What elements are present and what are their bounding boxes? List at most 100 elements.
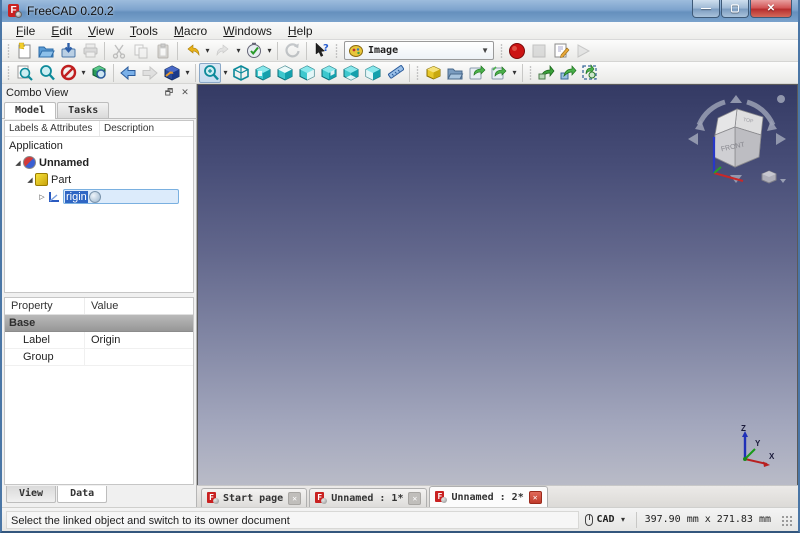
- stopwatch-check-button[interactable]: [243, 41, 265, 61]
- right-view-button[interactable]: [296, 63, 318, 83]
- workbench-selector[interactable]: Image ▼: [344, 41, 494, 60]
- menu-view[interactable]: View: [80, 23, 122, 39]
- top-view-button[interactable]: [274, 63, 296, 83]
- toolbar-grip[interactable]: [499, 43, 504, 59]
- toolbar-grip[interactable]: [334, 43, 339, 59]
- refresh-button[interactable]: [281, 41, 303, 61]
- redo-dropdown[interactable]: ▾: [234, 46, 243, 55]
- fit-all-button[interactable]: [13, 63, 35, 83]
- undo-dropdown[interactable]: ▾: [203, 46, 212, 55]
- redo-button[interactable]: [212, 41, 234, 61]
- new-document-button[interactable]: [13, 41, 35, 61]
- save-button[interactable]: [57, 41, 79, 61]
- create-group-button[interactable]: [444, 63, 466, 83]
- whats-this-button[interactable]: ?: [310, 41, 332, 61]
- front-view-button[interactable]: [252, 63, 274, 83]
- toolbar-grip[interactable]: [6, 65, 11, 81]
- combo-view-titlebar[interactable]: Combo View 🗗 ✕: [2, 84, 196, 101]
- expand-icon[interactable]: ◢: [25, 176, 35, 184]
- axonometric-view-button[interactable]: [230, 63, 252, 83]
- tree-item-part[interactable]: ◢ Part: [5, 171, 193, 188]
- replace-link-dropdown[interactable]: ▾: [510, 68, 519, 77]
- nav-forward-button[interactable]: [139, 63, 161, 83]
- import-all-links-button[interactable]: [557, 63, 579, 83]
- left-view-button[interactable]: [362, 63, 384, 83]
- menu-edit[interactable]: Edit: [43, 23, 80, 39]
- toolbar-grip[interactable]: [528, 65, 533, 81]
- navigation-style-dropdown[interactable]: ▾: [619, 515, 628, 524]
- toolbar-grip[interactable]: [6, 43, 11, 59]
- box-zoom-button[interactable]: [88, 63, 110, 83]
- menu-tools[interactable]: Tools: [122, 23, 166, 39]
- close-tab-icon[interactable]: ✕: [288, 492, 301, 505]
- play-macro-button[interactable]: [572, 41, 594, 61]
- tab-tasks[interactable]: Tasks: [57, 102, 109, 118]
- property-group-base[interactable]: Base: [5, 315, 193, 332]
- menu-windows[interactable]: Windows: [215, 23, 280, 39]
- draw-style-button[interactable]: [57, 63, 79, 83]
- stop-macro-button[interactable]: [528, 41, 550, 61]
- draw-style-dropdown[interactable]: ▾: [79, 68, 88, 77]
- maximize-button[interactable]: ▢: [721, 0, 749, 18]
- rear-view-button[interactable]: [318, 63, 340, 83]
- tree-header-description[interactable]: Description: [100, 121, 154, 136]
- stopwatch-dropdown[interactable]: ▾: [265, 46, 274, 55]
- tree-view[interactable]: Application ◢ Unnamed ◢ Part ▷: [5, 137, 193, 292]
- property-row-group[interactable]: Group: [5, 349, 193, 366]
- go-to-linked-object-button[interactable]: [579, 63, 601, 83]
- import-links-button[interactable]: [535, 63, 557, 83]
- bottom-view-button[interactable]: [340, 63, 362, 83]
- edit-macro-button[interactable]: [550, 41, 572, 61]
- tab-start-page[interactable]: F Start page ✕: [201, 488, 307, 507]
- tab-data[interactable]: Data: [57, 486, 107, 503]
- close-button[interactable]: ✕: [750, 0, 792, 18]
- property-column-header[interactable]: Property: [5, 298, 85, 314]
- nav-back-button[interactable]: [117, 63, 139, 83]
- open-button[interactable]: [35, 41, 57, 61]
- property-row-label[interactable]: Label Origin: [5, 332, 193, 349]
- zoom-dropdown[interactable]: ▾: [221, 68, 230, 77]
- replace-link-button[interactable]: [488, 63, 510, 83]
- tree-item-origin-renaming[interactable]: ▷ rigin: [5, 188, 193, 205]
- isometric-dropdown[interactable]: ▾: [183, 68, 192, 77]
- isometric-view-button[interactable]: [161, 63, 183, 83]
- tree-item-application[interactable]: Application: [5, 137, 193, 154]
- copy-button[interactable]: [130, 41, 152, 61]
- expand-icon[interactable]: ◢: [13, 159, 23, 167]
- property-header: Property Value: [5, 298, 193, 315]
- create-part-button[interactable]: [422, 63, 444, 83]
- navigation-style-value[interactable]: CAD: [597, 514, 615, 525]
- menu-macro[interactable]: Macro: [166, 23, 215, 39]
- tree-header-labels[interactable]: Labels & Attributes: [5, 121, 100, 136]
- minimize-button[interactable]: —: [692, 0, 720, 18]
- cut-button[interactable]: [108, 41, 130, 61]
- fit-selection-button[interactable]: [35, 63, 57, 83]
- clipboard-icon: [155, 43, 171, 59]
- tab-unnamed-2[interactable]: F Unnamed : 2* ✕: [429, 486, 547, 507]
- zoom-tools-button[interactable]: [199, 63, 221, 83]
- tab-view[interactable]: View: [6, 486, 56, 503]
- resize-grip[interactable]: [781, 515, 794, 528]
- make-link-button[interactable]: [466, 63, 488, 83]
- print-button[interactable]: [79, 41, 101, 61]
- measure-distance-button[interactable]: [384, 63, 406, 83]
- paste-button[interactable]: [152, 41, 174, 61]
- toolbar-grip[interactable]: [415, 65, 420, 81]
- tab-unnamed-1[interactable]: F Unnamed : 1* ✕: [309, 488, 427, 507]
- record-macro-button[interactable]: [506, 41, 528, 61]
- 3d-viewport[interactable]: FRONT TOP: [197, 84, 798, 485]
- undo-button[interactable]: [181, 41, 203, 61]
- close-tab-icon[interactable]: ✕: [529, 491, 542, 504]
- value-column-header[interactable]: Value: [85, 298, 118, 314]
- close-panel-icon[interactable]: ✕: [178, 86, 192, 99]
- close-tab-icon[interactable]: ✕: [408, 492, 421, 505]
- collapse-icon[interactable]: ▷: [37, 193, 47, 201]
- rename-input[interactable]: rigin: [63, 189, 179, 204]
- tree-item-document[interactable]: ◢ Unnamed: [5, 154, 193, 171]
- float-panel-icon[interactable]: 🗗: [162, 86, 176, 99]
- tab-model[interactable]: Model: [4, 102, 56, 119]
- menu-file[interactable]: File: [8, 23, 43, 39]
- title-bar[interactable]: F FreeCAD 0.20.2 — ▢ ✕: [2, 0, 798, 22]
- menu-help[interactable]: Help: [280, 23, 321, 39]
- navigation-cube[interactable]: FRONT TOP: [685, 91, 789, 189]
